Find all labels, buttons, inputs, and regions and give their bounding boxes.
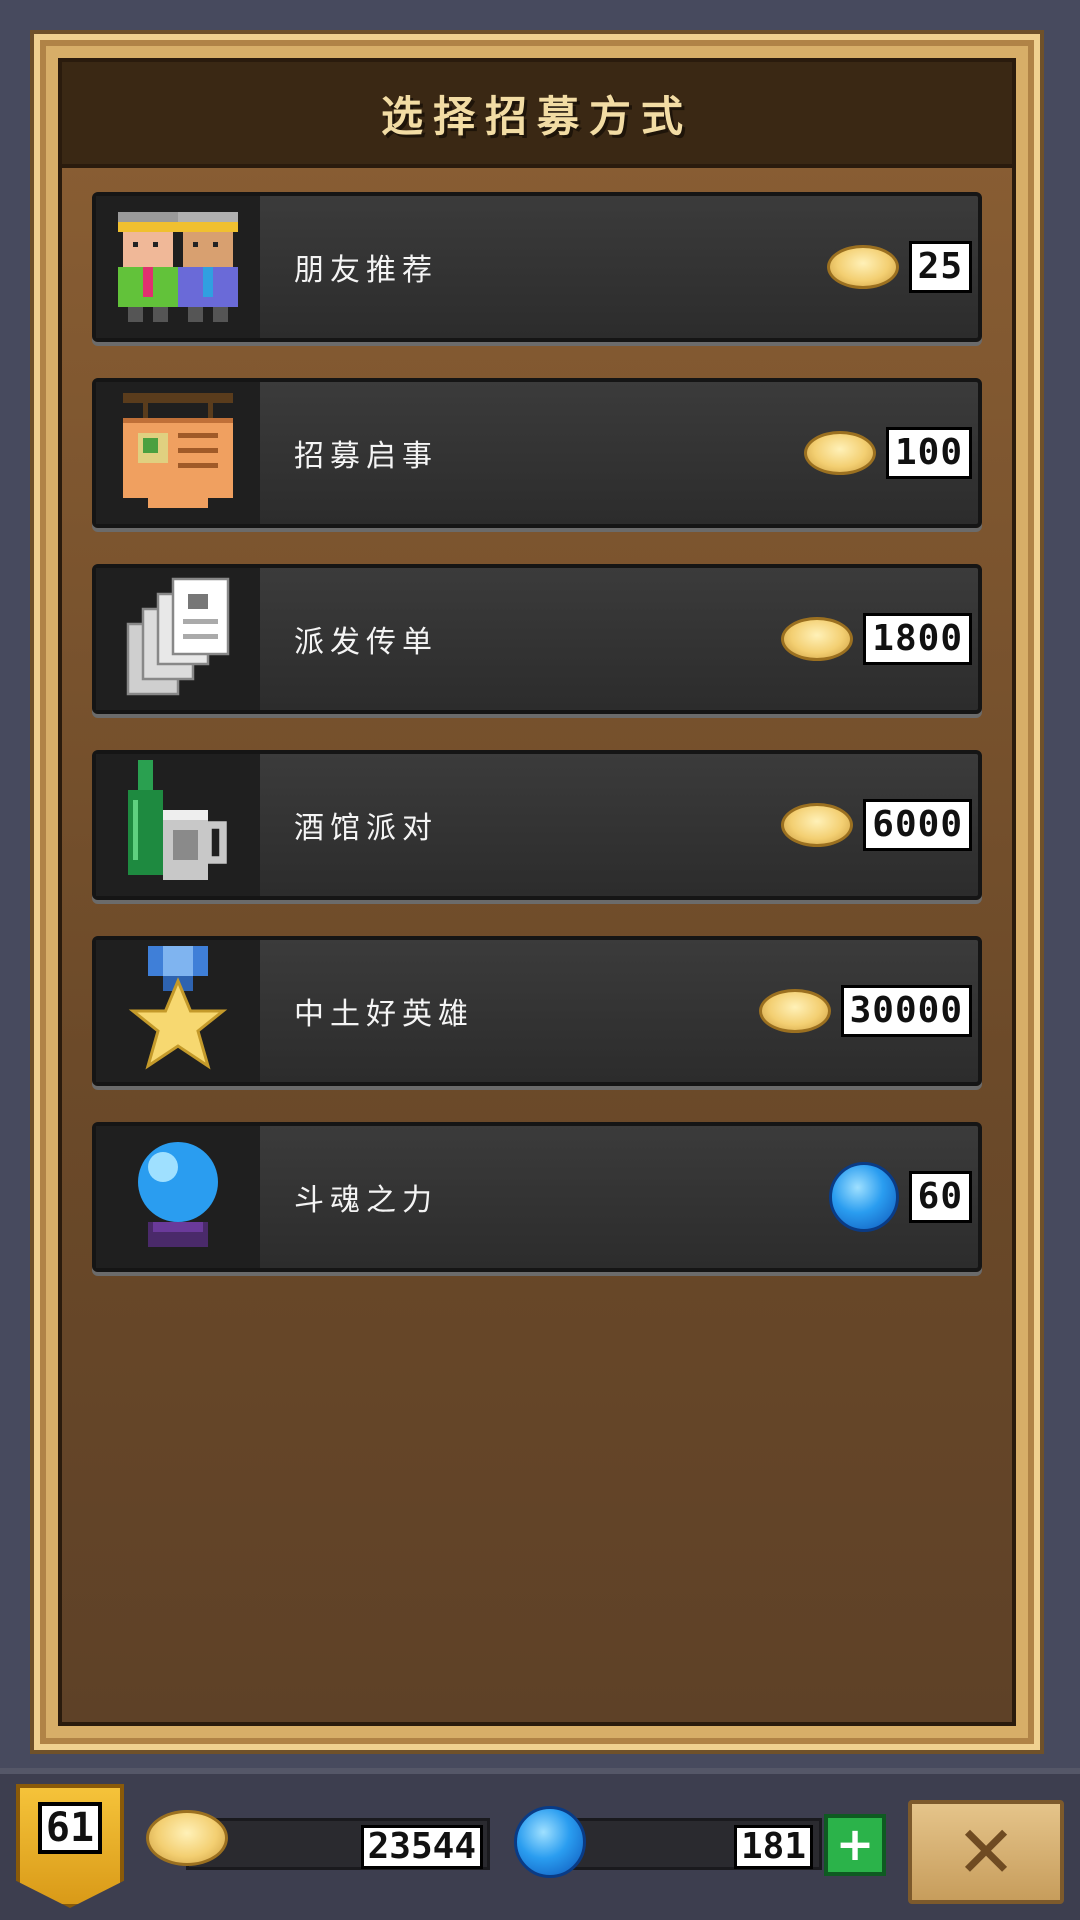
recruit-option-friend-referral[interactable]: 朋友推荐 25 xyxy=(92,192,982,342)
recruit-panel: 选择招募方式 朋友推荐 25 招募启事 100 派发传单 1800 酒馆派对 6… xyxy=(34,34,1040,1750)
coin-balance: 23544 xyxy=(360,1825,483,1869)
option-label: 派发传单 xyxy=(294,625,438,660)
option-price: 100 xyxy=(803,427,972,479)
option-price: 6000 xyxy=(781,799,972,851)
medal-icon xyxy=(96,940,260,1082)
close-button[interactable]: ✕ xyxy=(908,1800,1064,1904)
recruit-option-recruit-notice[interactable]: 招募启事 100 xyxy=(92,378,982,528)
coin-balance-bar: 23544 xyxy=(186,1818,490,1870)
recruit-option-distribute-flyers[interactable]: 派发传单 1800 xyxy=(92,564,982,714)
gem-icon xyxy=(514,1806,586,1878)
option-label: 朋友推荐 xyxy=(294,253,438,288)
notice-board-icon xyxy=(96,382,260,524)
recruit-option-soul-power[interactable]: 斗魂之力 60 xyxy=(92,1122,982,1272)
price-value: 30000 xyxy=(840,985,972,1037)
coin-icon xyxy=(781,803,854,847)
bottom-resource-bar: 61 23544 181 + ✕ xyxy=(0,1768,1080,1920)
recruit-option-middle-earth-hero[interactable]: 中土好英雄 30000 xyxy=(92,936,982,1086)
tavern-drinks-icon xyxy=(96,754,260,896)
gem-balance: 181 xyxy=(733,1825,813,1869)
option-label: 招募启事 xyxy=(294,439,438,474)
recruit-option-tavern-party[interactable]: 酒馆派对 6000 xyxy=(92,750,982,900)
option-label: 酒馆派对 xyxy=(294,811,438,846)
price-value: 1800 xyxy=(863,613,972,665)
panel-header: 选择招募方式 xyxy=(62,62,1012,168)
level-value: 61 xyxy=(37,1802,103,1854)
price-value: 25 xyxy=(908,241,972,293)
coin-icon xyxy=(781,617,854,661)
price-value: 60 xyxy=(908,1171,972,1223)
price-value: 6000 xyxy=(863,799,972,851)
option-label: 中土好英雄 xyxy=(294,997,474,1032)
friends-icon xyxy=(96,196,260,338)
level-badge[interactable]: 61 xyxy=(16,1784,124,1908)
add-gems-button[interactable]: + xyxy=(824,1814,886,1876)
flyers-icon xyxy=(96,568,260,710)
coin-icon xyxy=(803,431,876,475)
option-price: 1800 xyxy=(781,613,972,665)
recruit-panel-inner: 选择招募方式 朋友推荐 25 招募启事 100 派发传单 1800 酒馆派对 6… xyxy=(58,58,1016,1726)
gem-icon xyxy=(828,1162,899,1232)
coin-icon xyxy=(826,245,899,289)
gem-balance-bar: 181 xyxy=(560,1818,822,1870)
option-price: 25 xyxy=(826,241,972,293)
close-icon: ✕ xyxy=(955,1810,1017,1894)
option-label: 斗魂之力 xyxy=(294,1183,438,1218)
crystal-ball-icon xyxy=(96,1126,260,1268)
coin-icon xyxy=(758,989,831,1033)
coin-icon xyxy=(146,1810,228,1866)
option-price: 30000 xyxy=(758,985,972,1037)
price-value: 100 xyxy=(885,427,972,479)
recruit-option-list: 朋友推荐 25 招募启事 100 派发传单 1800 酒馆派对 6000 中土好… xyxy=(92,192,982,1308)
option-price: 60 xyxy=(828,1162,972,1232)
page-title: 选择招募方式 xyxy=(380,91,693,141)
